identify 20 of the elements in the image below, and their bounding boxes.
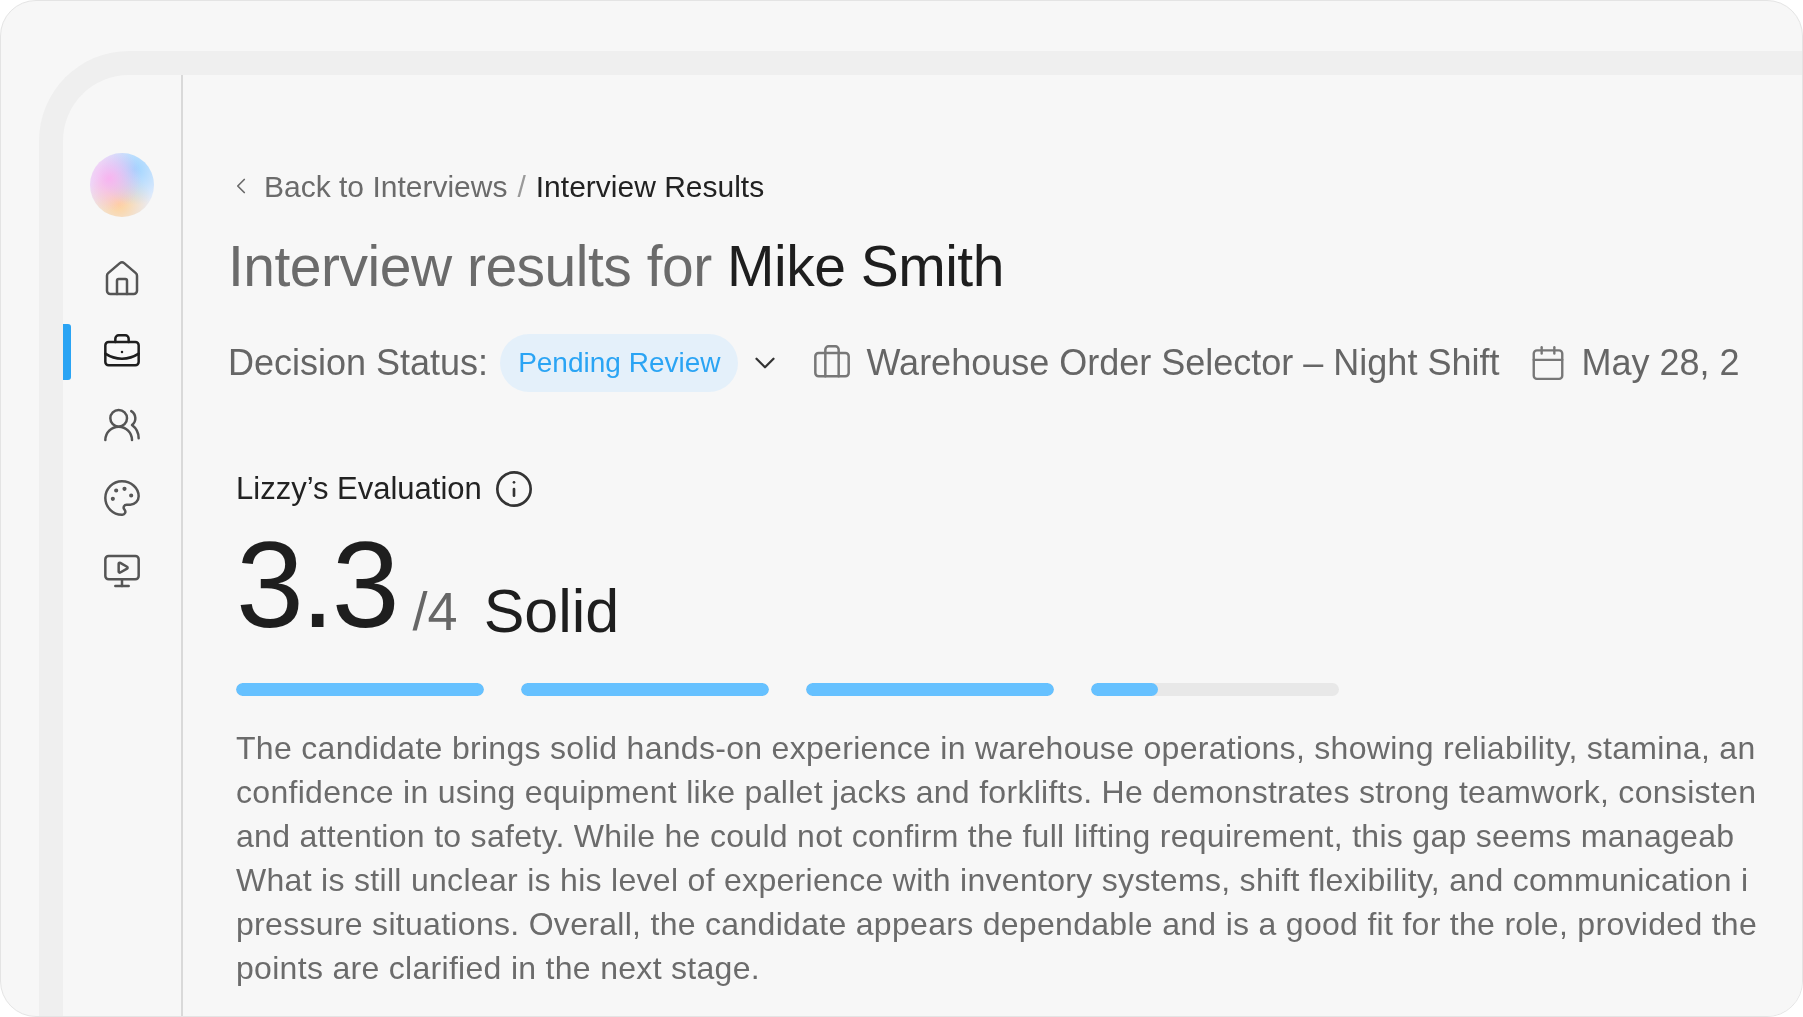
- palette-icon: [102, 478, 142, 518]
- breadcrumb-separator: /: [517, 168, 526, 205]
- back-link[interactable]: Back to Interviews: [228, 163, 508, 209]
- info-icon[interactable]: [493, 469, 534, 510]
- evaluation-title: Lizzy’s Evaluation: [236, 470, 482, 508]
- score-max: /4: [412, 580, 458, 641]
- interview-date: May 28, 2: [1581, 341, 1740, 385]
- summary-text: points are clarified in the next stage.: [236, 948, 761, 988]
- summary-text: confidence in using equipment like pallet jacks and forklifts. He demonstrates strong teamwork, consisten: [236, 772, 1758, 812]
- decision-label: Decision Status:: [228, 341, 489, 385]
- summary-text: and attention to safety. While he could not confirm the full lifting requirement, this gap seems manageab: [236, 816, 1736, 856]
- page-title: Interview results for Mike Smith: [228, 233, 1005, 300]
- score: 3.3: [236, 524, 397, 645]
- score-rating: Solid: [483, 580, 620, 641]
- active-indicator: [63, 324, 71, 380]
- breadcrumb-current: Interview Results: [535, 168, 765, 205]
- job-title: Warehouse Order Selector – Night Shift: [866, 341, 1500, 385]
- summary-text: The candidate brings solid hands-on experience in warehouse operations, showing reliability, stamina, an: [236, 728, 1757, 768]
- summary-text: pressure situations. Overall, the candidate appears dependable and is a good fit for the role, provided the: [236, 904, 1759, 944]
- summary-text: What is still unclear is his level of experience with inventory systems, shift flexibility, and communication i: [236, 860, 1750, 900]
